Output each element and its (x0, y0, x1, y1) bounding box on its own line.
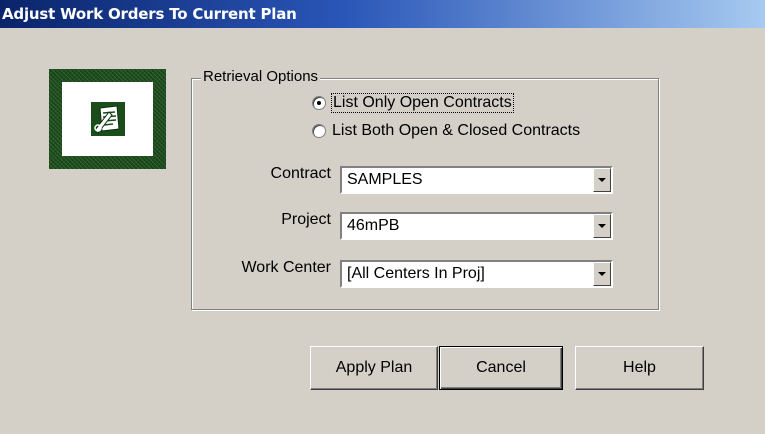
apply-plan-button[interactable]: Apply Plan (310, 346, 438, 390)
contract-value: SAMPLES (347, 171, 423, 188)
window-title: Adjust Work Orders To Current Plan (2, 5, 297, 23)
project-dropdown-arrow-icon[interactable] (593, 214, 611, 238)
project-dropdown[interactable]: 46mPB (340, 212, 613, 240)
work-center-dropdown[interactable]: [All Centers In Proj] (340, 260, 613, 288)
project-label: Project (281, 211, 331, 228)
radio-open-closed-contracts[interactable]: List Both Open & Closed Contracts (312, 122, 580, 140)
contract-dropdown[interactable]: SAMPLES (340, 166, 613, 194)
radio-open-contracts-label: List Only Open Contracts (331, 93, 514, 113)
work-center-dropdown-arrow-icon[interactable] (593, 262, 611, 286)
radio-open-contracts[interactable]: List Only Open Contracts (312, 93, 514, 113)
title-bar: Adjust Work Orders To Current Plan (0, 0, 765, 28)
contract-label: Contract (270, 165, 331, 182)
radio-button-checked[interactable] (312, 96, 326, 110)
app-logo (49, 69, 166, 169)
help-button[interactable]: Help (575, 346, 704, 390)
contract-dropdown-arrow-icon[interactable] (593, 168, 611, 192)
project-value: 46mPB (347, 217, 400, 234)
work-center-label: Work Center (241, 259, 331, 276)
document-pencil-icon (91, 102, 125, 136)
radio-button-unchecked[interactable] (312, 124, 326, 138)
work-center-value: [All Centers In Proj] (347, 265, 485, 282)
radio-open-closed-contracts-label: List Both Open & Closed Contracts (332, 122, 581, 139)
cancel-button[interactable]: Cancel (439, 346, 563, 390)
retrieval-options-legend: Retrieval Options (201, 68, 321, 85)
